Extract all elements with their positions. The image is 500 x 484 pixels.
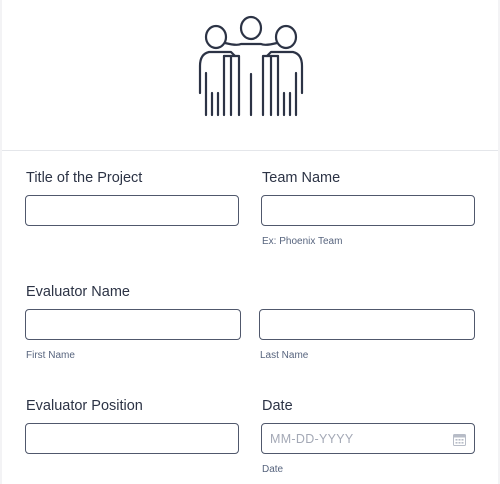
- team-name-label: Team Name: [262, 170, 341, 186]
- team-group-icon: [198, 15, 304, 117]
- last-name-input[interactable]: [259, 309, 475, 340]
- calendar-icon[interactable]: [453, 433, 466, 446]
- evaluator-position-label: Evaluator Position: [26, 398, 143, 414]
- evaluator-name-label: Evaluator Name: [26, 284, 130, 300]
- date-input[interactable]: MM-DD-YYYY: [261, 423, 475, 454]
- form-header: [2, 0, 498, 151]
- first-name-input[interactable]: [25, 309, 241, 340]
- team-name-input[interactable]: [261, 195, 475, 226]
- date-placeholder: MM-DD-YYYY: [270, 432, 354, 446]
- form-card: Title of the Project Team Name Ex: Phoen…: [2, 0, 498, 484]
- date-label: Date: [262, 398, 293, 414]
- date-sublabel: Date: [262, 464, 284, 475]
- project-title-input[interactable]: [25, 195, 239, 226]
- first-name-sublabel: First Name: [26, 350, 75, 361]
- project-title-label: Title of the Project: [26, 170, 143, 186]
- team-name-sublabel: Ex: Phoenix Team: [262, 236, 343, 247]
- evaluator-position-input[interactable]: [25, 423, 239, 454]
- last-name-sublabel: Last Name: [260, 350, 309, 361]
